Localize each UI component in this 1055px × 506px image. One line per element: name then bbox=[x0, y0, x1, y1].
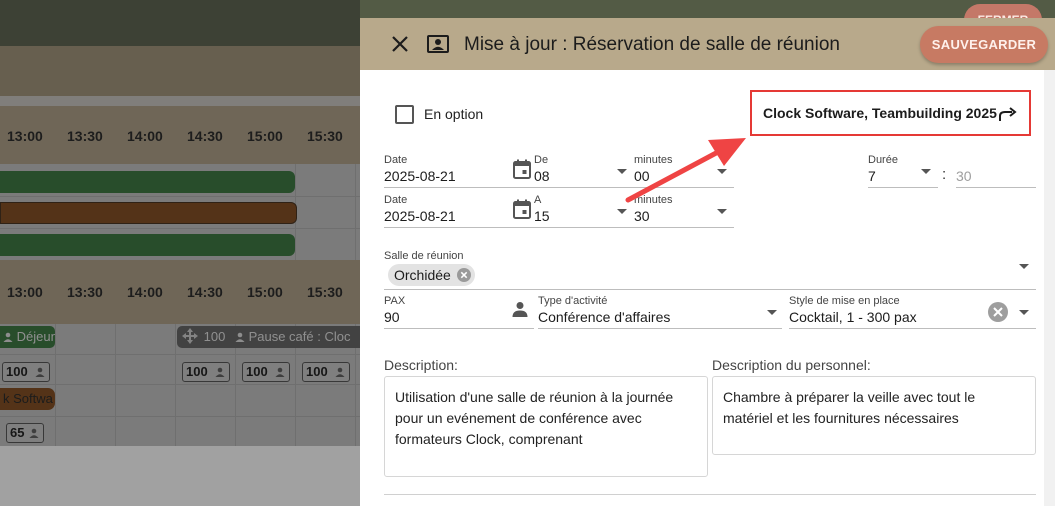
room-chip-label: Orchidée bbox=[394, 267, 451, 283]
room-label: Salle de réunion bbox=[384, 250, 464, 262]
end-hour-value: 15 bbox=[534, 208, 550, 224]
pax-field[interactable]: PAX 90 bbox=[384, 295, 534, 329]
staff-description-textarea[interactable]: Chambre à préparer la veille avec tout l… bbox=[712, 376, 1036, 455]
start-date-value: 2025-08-21 bbox=[384, 168, 456, 184]
linked-event-name: Clock Software, Teambuilding 2025 bbox=[763, 105, 997, 121]
room-select[interactable]: Salle de réunion bbox=[384, 250, 1036, 290]
staff-description-label: Description du personnel: bbox=[712, 357, 871, 373]
save-button[interactable]: SAUVEGARDER bbox=[920, 26, 1048, 63]
duration-minutes-field[interactable]: 30 bbox=[956, 154, 1036, 188]
start-hour-label: De bbox=[534, 154, 549, 166]
linked-event-link[interactable]: Clock Software, Teambuilding 2025 bbox=[750, 90, 1031, 136]
clear-circle-icon[interactable] bbox=[988, 302, 1008, 322]
reservation-dialog: Mise à jour : Réservation de salle de ré… bbox=[360, 18, 1055, 506]
room-chip[interactable]: Orchidée bbox=[388, 264, 475, 286]
description-textarea[interactable]: Utilisation d'une salle de réunion à la … bbox=[384, 376, 708, 477]
option-label: En option bbox=[424, 106, 484, 122]
description-label: Description: bbox=[384, 357, 458, 373]
calendar-icon[interactable] bbox=[513, 159, 531, 179]
setup-style-label: Style de mise en place bbox=[789, 295, 900, 307]
duration-minutes-value: 30 bbox=[956, 168, 972, 184]
activity-type-select[interactable]: Type d'activité Conférence d'affaires bbox=[538, 295, 782, 329]
end-date-value: 2025-08-21 bbox=[384, 208, 456, 224]
chevron-down-icon[interactable] bbox=[767, 310, 777, 315]
duration-separator: : bbox=[942, 166, 947, 183]
chip-remove-icon[interactable] bbox=[456, 268, 471, 282]
contact-card-icon bbox=[427, 35, 449, 53]
chevron-down-icon[interactable] bbox=[1019, 264, 1029, 269]
app-root: FERMER 13:00 13:30 14:00 14:30 15:00 15:… bbox=[0, 0, 1055, 506]
forward-arrow-icon[interactable] bbox=[998, 105, 1018, 122]
close-icon[interactable] bbox=[390, 34, 410, 54]
pax-value: 90 bbox=[384, 309, 400, 325]
chevron-down-icon[interactable] bbox=[1019, 310, 1029, 315]
dialog-scrollbar[interactable] bbox=[1044, 70, 1055, 506]
start-date-label: Date bbox=[384, 154, 408, 166]
duration-label: Durée bbox=[868, 154, 898, 166]
start-hour-value: 08 bbox=[534, 168, 550, 184]
pax-label: PAX bbox=[384, 295, 406, 307]
dialog-divider bbox=[384, 494, 1036, 495]
calendar-icon[interactable] bbox=[513, 199, 531, 219]
activity-type-value: Conférence d'affaires bbox=[538, 309, 671, 325]
start-date-field[interactable]: Date 2025-08-21 bbox=[384, 154, 534, 188]
activity-type-label: Type d'activité bbox=[538, 295, 608, 307]
end-date-field[interactable]: Date 2025-08-21 bbox=[384, 194, 534, 228]
option-checkbox[interactable] bbox=[395, 105, 414, 124]
modal-backdrop[interactable] bbox=[0, 0, 360, 506]
duration-hours-value: 7 bbox=[868, 168, 876, 184]
end-date-label: Date bbox=[384, 194, 408, 206]
duration-hours-select[interactable]: Durée 7 bbox=[868, 154, 938, 188]
dialog-title: Mise à jour : Réservation de salle de ré… bbox=[464, 34, 840, 55]
person-icon bbox=[512, 302, 528, 317]
setup-style-value: Cocktail, 1 - 300 pax bbox=[789, 309, 917, 325]
chevron-down-icon[interactable] bbox=[921, 169, 931, 174]
end-hour-label: A bbox=[534, 194, 542, 206]
dialog-header: Mise à jour : Réservation de salle de ré… bbox=[360, 18, 1055, 70]
annotation-arrow bbox=[625, 138, 746, 203]
